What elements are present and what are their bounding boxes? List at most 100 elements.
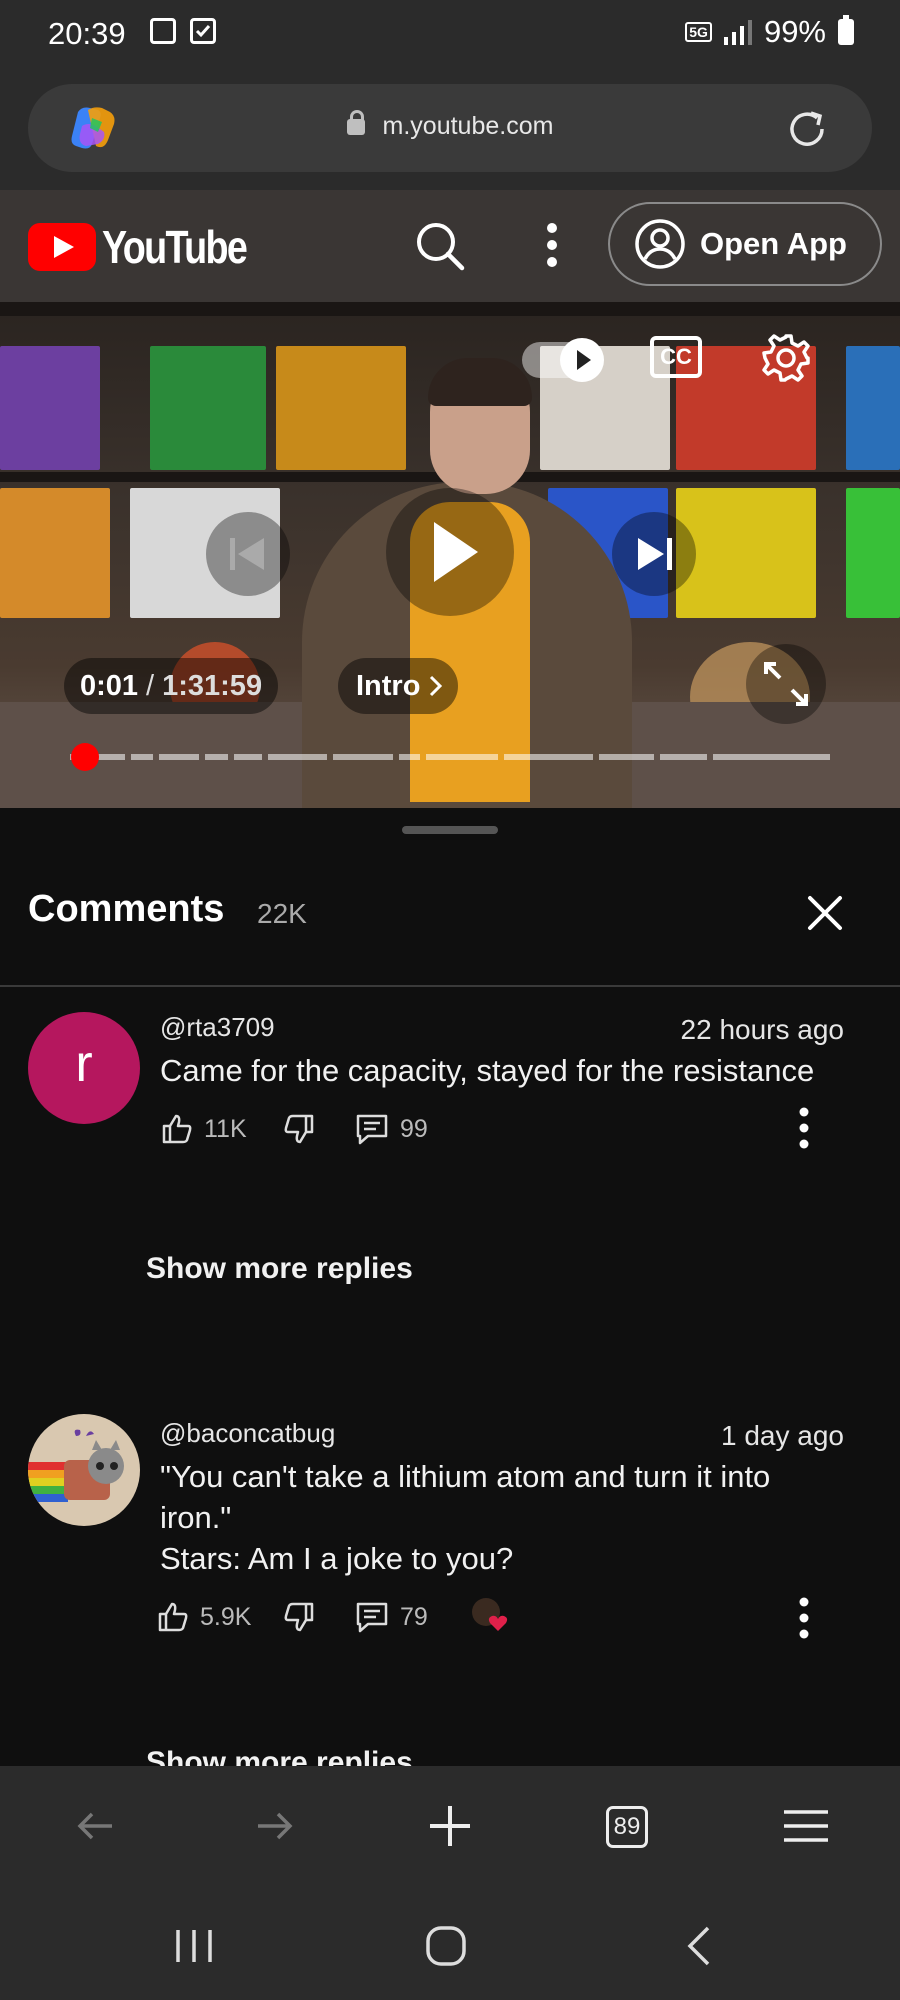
dislike-button[interactable] xyxy=(282,1600,316,1634)
browser-toolbar: m.youtube.com xyxy=(0,68,900,190)
browser-bottom-toolbar: 89 xyxy=(0,1766,900,1886)
time-total: 1:31:59 xyxy=(162,669,263,702)
dislike-button[interactable] xyxy=(282,1112,316,1146)
comment-author[interactable]: @baconcatbug xyxy=(160,1418,335,1449)
comments-panel: Comments 22K r @rta3709 22 hours ago Cam… xyxy=(0,808,900,1779)
next-button[interactable] xyxy=(612,512,696,596)
skip-next-icon xyxy=(638,538,672,570)
thumbs-down-icon xyxy=(284,1602,314,1632)
system-back-icon[interactable] xyxy=(680,1924,720,1968)
fullscreen-button[interactable] xyxy=(746,644,826,724)
captions-button[interactable]: CC xyxy=(650,336,702,378)
play-button[interactable] xyxy=(386,488,514,616)
shelf-top xyxy=(0,302,900,316)
menu-hamburger-icon[interactable] xyxy=(778,1798,834,1854)
divider xyxy=(0,985,900,987)
time-current: 0:01 xyxy=(80,669,139,702)
url-display: m.youtube.com xyxy=(28,110,872,141)
close-icon[interactable] xyxy=(800,888,850,938)
previous-button[interactable] xyxy=(206,512,290,596)
chapter-segment xyxy=(503,754,593,760)
fullscreen-icon xyxy=(764,662,808,706)
autoplay-toggle[interactable] xyxy=(522,338,604,382)
shelf-cell xyxy=(846,346,900,470)
comment-reply-icon xyxy=(356,1114,388,1145)
like-count: 11K xyxy=(204,1114,247,1143)
comment-text-line: "You can't take a lithium atom and turn … xyxy=(160,1459,771,1494)
comment-more-icon[interactable] xyxy=(798,1596,810,1640)
reply-count: 79 xyxy=(400,1602,428,1631)
chapter-button[interactable]: Intro xyxy=(338,658,459,714)
scrubber-handle[interactable] xyxy=(71,743,99,771)
reply-count: 99 xyxy=(400,1114,428,1143)
lock-icon xyxy=(346,110,365,135)
thumbs-up-icon xyxy=(162,1114,192,1144)
reload-icon[interactable] xyxy=(784,106,830,152)
recent-apps-icon[interactable] xyxy=(170,1926,218,1966)
avatar-letter: r xyxy=(75,1035,93,1093)
comment-time: 22 hours ago xyxy=(680,1014,844,1045)
reply-button[interactable]: 99 xyxy=(354,1112,428,1146)
like-button[interactable]: 11K xyxy=(160,1112,247,1146)
skip-previous-icon xyxy=(230,538,264,570)
comment-text-line: iron." xyxy=(160,1500,232,1535)
comment-text: "You can't take a lithium atom and turn … xyxy=(160,1456,860,1579)
time-separator: / xyxy=(146,669,155,702)
comment-time: 1 day ago xyxy=(721,1420,844,1451)
forward-arrow-icon[interactable] xyxy=(246,1798,302,1854)
thumbs-down-icon xyxy=(284,1114,314,1144)
chapter-segment xyxy=(268,754,328,760)
presenter-hair xyxy=(428,358,532,406)
chapter-segment xyxy=(398,754,421,760)
open-app-button[interactable]: Open App xyxy=(608,202,882,286)
chapter-progress-bar[interactable] xyxy=(70,754,831,760)
chapter-segment xyxy=(234,754,263,760)
search-icon[interactable] xyxy=(412,218,468,274)
youtube-header: YouTube Open App xyxy=(0,190,900,302)
chapter-segment xyxy=(333,754,393,760)
battery-icon xyxy=(838,15,854,45)
youtube-wordmark: YouTube xyxy=(102,221,248,273)
tab-switcher-button[interactable]: 89 xyxy=(606,1806,648,1848)
system-nav-bar xyxy=(0,1886,900,2000)
comment-more-icon[interactable] xyxy=(798,1106,810,1150)
time-display: 0:01 / 1:31:59 xyxy=(64,658,279,714)
cc-label: CC xyxy=(660,344,692,369)
comments-count: 22K xyxy=(257,898,307,929)
reply-button[interactable]: 79 xyxy=(354,1600,428,1634)
back-arrow-icon[interactable] xyxy=(68,1798,124,1854)
chapter-segment xyxy=(713,754,831,760)
address-bar[interactable]: m.youtube.com xyxy=(28,84,872,172)
drag-handle[interactable] xyxy=(402,826,498,834)
checkbox-notification-icon xyxy=(190,18,216,44)
shelf-cell xyxy=(150,346,266,470)
youtube-logo[interactable]: YouTube xyxy=(28,220,278,274)
shelf-cell xyxy=(0,488,110,618)
comment-reply-icon xyxy=(356,1602,388,1633)
battery-percent: 99% xyxy=(763,14,826,49)
gallery-notification-icon xyxy=(150,18,176,44)
like-button[interactable]: 5.9K xyxy=(156,1600,251,1634)
shelf-cell xyxy=(0,346,100,470)
shelf-cell xyxy=(276,346,406,470)
chapter-segment xyxy=(598,754,654,760)
avatar[interactable] xyxy=(28,1414,140,1526)
chapter-segment xyxy=(159,754,199,760)
show-more-replies-button[interactable]: Show more replies xyxy=(146,1252,413,1286)
signal-icon xyxy=(723,20,752,45)
avatar[interactable]: r xyxy=(28,1012,140,1124)
chapter-segment xyxy=(426,754,498,760)
open-app-label: Open App xyxy=(700,226,847,261)
autoplay-knob-icon xyxy=(560,338,604,382)
new-tab-plus-icon[interactable] xyxy=(422,1798,478,1854)
chevron-right-icon xyxy=(430,675,443,697)
account-circle-icon xyxy=(635,219,685,269)
video-player[interactable]: CC 0:01 / 1:31:59 Intro xyxy=(0,302,900,808)
status-time: 20:39 xyxy=(48,16,126,51)
youtube-play-logo-icon xyxy=(28,223,96,271)
more-vert-icon[interactable] xyxy=(540,220,564,270)
home-icon[interactable] xyxy=(424,1924,468,1968)
nyan-cat-avatar-icon xyxy=(28,1429,124,1502)
settings-gear-icon[interactable] xyxy=(760,332,812,384)
comment-author[interactable]: @rta3709 xyxy=(160,1012,275,1043)
